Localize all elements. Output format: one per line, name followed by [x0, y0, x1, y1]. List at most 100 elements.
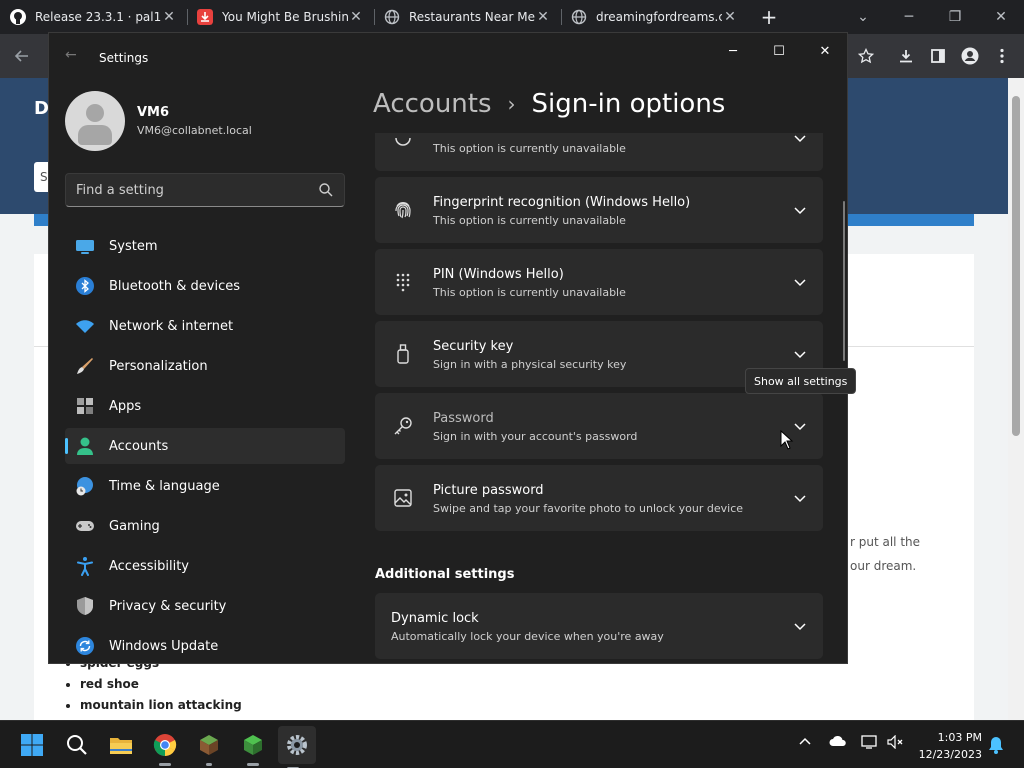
find-setting-input[interactable]: [76, 182, 318, 198]
volume-muted-icon[interactable]: [887, 734, 905, 753]
taskbar-file-explorer[interactable]: [106, 730, 136, 760]
option-title: Security key: [433, 339, 514, 354]
face-icon: [395, 137, 411, 146]
page-scrollbar[interactable]: [1008, 78, 1024, 720]
wifi-icon: [76, 320, 94, 333]
settings-close-button[interactable]: ✕: [805, 39, 845, 63]
show-hidden-icons-chevron-icon[interactable]: [798, 735, 812, 750]
sidebar-item-label: Time & language: [109, 478, 220, 494]
option-subtitle: This option is currently unavailable: [433, 286, 626, 299]
tab-search-chevron-icon[interactable]: ⌄: [840, 0, 886, 34]
sidebar-item-time-language[interactable]: Time & language: [65, 468, 345, 504]
sidebar-item-accounts[interactable]: Accounts: [65, 428, 345, 464]
option-card-pin[interactable]: PIN (Windows Hello) This option is curre…: [375, 249, 823, 315]
user-email: VM6@collabnet.local: [137, 124, 252, 137]
sidebar-item-windows-update[interactable]: Windows Update: [65, 628, 345, 663]
key-icon: [394, 417, 412, 435]
folder-icon: [110, 738, 132, 754]
person-icon: [77, 437, 93, 455]
additional-settings-heading: Additional settings: [375, 567, 515, 582]
browser-minimize-button[interactable]: ─: [886, 0, 932, 34]
sidebar-item-bluetooth[interactable]: Bluetooth & devices: [65, 268, 345, 304]
download-site-icon: [197, 9, 213, 25]
tab-close-icon[interactable]: ✕: [535, 9, 551, 25]
option-card-facial-recognition[interactable]: This option is currently unavailable: [375, 133, 823, 171]
settings-back-arrow-icon[interactable]: ←: [65, 47, 77, 63]
tooltip: Show all settings: [745, 368, 857, 394]
tab-title: dreamingfordreams.co: [596, 10, 722, 24]
option-subtitle: This option is currently unavailable: [433, 142, 626, 155]
sidebar-item-label: Gaming: [109, 518, 160, 534]
taskbar-search-button[interactable]: [62, 730, 92, 760]
option-title: PIN (Windows Hello): [433, 267, 564, 282]
chevron-down-icon[interactable]: [793, 203, 807, 217]
breadcrumb-accounts[interactable]: Accounts: [373, 89, 492, 119]
clock-date: 12/23/2023: [918, 748, 982, 761]
taskbar-minecraft-launcher[interactable]: [238, 730, 268, 766]
side-panel-icon[interactable]: [924, 44, 952, 68]
sidebar-item-accessibility[interactable]: Accessibility: [65, 548, 345, 584]
breadcrumb: Accounts › Sign-in options: [373, 89, 725, 119]
chevron-down-icon[interactable]: [793, 347, 807, 361]
search-icon[interactable]: [318, 182, 334, 198]
chevron-down-icon[interactable]: [793, 133, 807, 145]
browser-tab-restaurants[interactable]: Restaurants Near Me ✕: [374, 0, 561, 34]
chevron-down-icon[interactable]: [793, 491, 807, 505]
taskbar-minecraft[interactable]: [194, 730, 224, 766]
browser-close-button[interactable]: ✕: [978, 0, 1024, 34]
option-card-picture-password[interactable]: Picture password Swipe and tap your favo…: [375, 465, 823, 531]
sidebar-item-network[interactable]: Network & internet: [65, 308, 345, 344]
taskbar-settings[interactable]: [278, 726, 316, 768]
site-text-snippet: our dream.: [850, 559, 917, 573]
back-arrow-icon[interactable]: [8, 44, 36, 68]
search-icon: [67, 735, 87, 755]
chrome-icon: [153, 734, 177, 756]
onedrive-cloud-icon[interactable]: [829, 735, 847, 751]
browser-menu-icon[interactable]: [988, 44, 1016, 68]
option-subtitle: This option is currently unavailable: [433, 214, 626, 227]
chevron-down-icon[interactable]: [793, 419, 807, 433]
pin-keypad-icon: [396, 273, 410, 292]
browser-tab-brushing[interactable]: You Might Be Brushing ✕: [187, 0, 374, 34]
find-setting-search-box[interactable]: [65, 173, 345, 207]
gear-icon: [287, 735, 307, 755]
tab-close-icon[interactable]: ✕: [722, 9, 738, 25]
sidebar-item-gaming[interactable]: Gaming: [65, 508, 345, 544]
network-display-icon[interactable]: [861, 735, 879, 753]
settings-minimize-button[interactable]: ─: [713, 39, 753, 63]
browser-tab-dreaming[interactable]: dreamingfordreams.co ✕: [561, 0, 748, 34]
browser-tab-github[interactable]: Release 23.3.1 · pal100 ✕: [0, 0, 187, 34]
settings-window: ← Settings ─ ☐ ✕ VM6 VM6@collabnet.local…: [48, 32, 848, 664]
taskbar-chrome[interactable]: [150, 730, 180, 766]
start-button[interactable]: [17, 730, 47, 760]
sidebar-item-apps[interactable]: Apps: [65, 388, 345, 424]
option-card-fingerprint[interactable]: Fingerprint recognition (Windows Hello) …: [375, 177, 823, 243]
chevron-down-icon[interactable]: [793, 619, 807, 633]
chevron-down-icon[interactable]: [793, 275, 807, 289]
bluetooth-icon: [76, 277, 94, 295]
browser-restore-button[interactable]: ❐: [932, 0, 978, 34]
sidebar-item-system[interactable]: System: [65, 228, 345, 264]
sidebar-item-personalization[interactable]: Personalization: [65, 348, 345, 384]
settings-sidebar: System Bluetooth & devices Network & int…: [65, 228, 345, 663]
settings-scrollbar[interactable]: [843, 201, 845, 361]
new-tab-button[interactable]: +: [754, 5, 784, 29]
tab-title: You Might Be Brushing: [222, 10, 348, 24]
download-icon[interactable]: [892, 44, 920, 68]
profile-icon[interactable]: [956, 44, 984, 68]
user-avatar[interactable]: [65, 91, 125, 151]
sidebar-item-privacy-security[interactable]: Privacy & security: [65, 588, 345, 624]
notification-bell-icon[interactable]: [988, 736, 1004, 758]
shield-icon: [77, 597, 93, 615]
system-clock[interactable]: 1:03 PM 12/23/2023: [918, 729, 982, 763]
option-subtitle: Swipe and tap your favorite photo to unl…: [433, 502, 744, 515]
option-card-dynamic-lock[interactable]: Dynamic lock Automatically lock your dev…: [375, 593, 823, 659]
settings-maximize-button[interactable]: ☐: [759, 39, 799, 63]
option-subtitle: Automatically lock your device when you'…: [391, 630, 664, 643]
option-card-password[interactable]: Password Sign in with your account's pas…: [375, 393, 823, 459]
tab-close-icon[interactable]: ✕: [348, 9, 364, 25]
tab-title: Release 23.3.1 · pal100: [35, 10, 161, 24]
page-scrollbar-thumb[interactable]: [1012, 96, 1020, 436]
tab-close-icon[interactable]: ✕: [161, 9, 177, 25]
bookmark-star-icon[interactable]: [852, 44, 880, 68]
